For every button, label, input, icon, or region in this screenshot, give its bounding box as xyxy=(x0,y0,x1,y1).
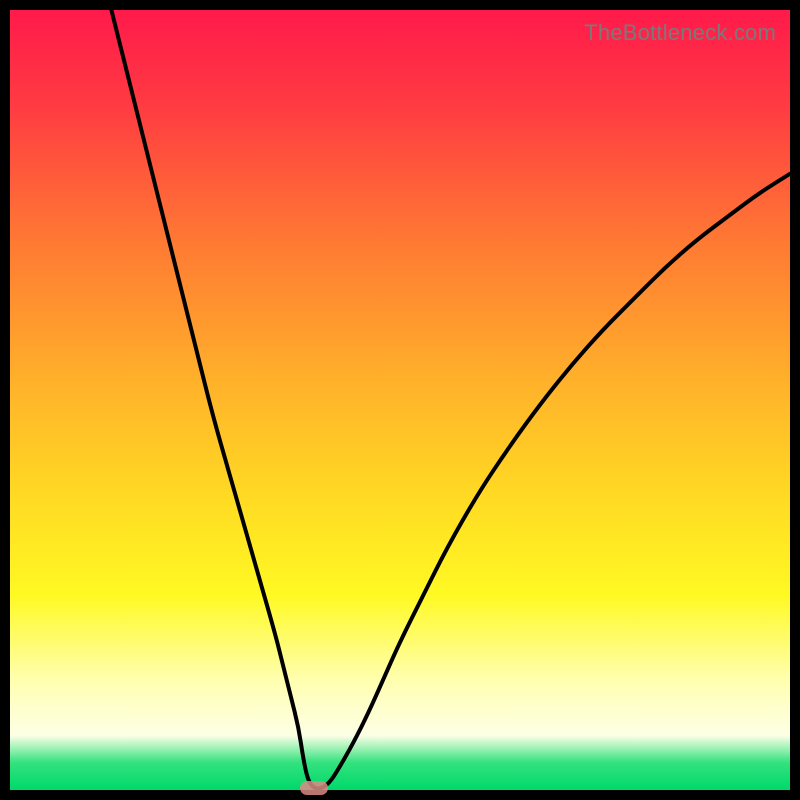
optimal-marker xyxy=(300,781,328,795)
bottleneck-chart xyxy=(10,10,790,790)
gradient-background xyxy=(10,10,790,790)
watermark-text: TheBottleneck.com xyxy=(584,20,776,46)
chart-frame: TheBottleneck.com xyxy=(10,10,790,790)
